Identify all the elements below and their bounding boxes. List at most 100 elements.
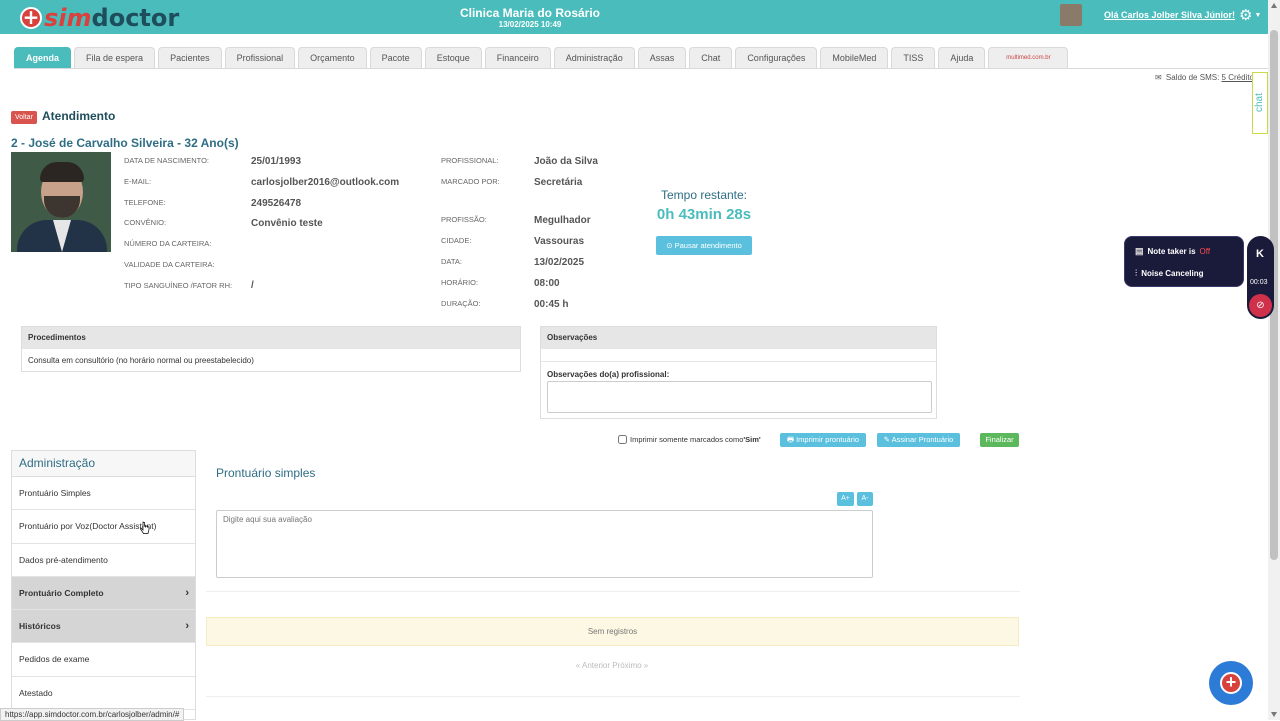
main-nav-tabs: Agenda Fila de espera Pacientes Profissi… — [14, 47, 1069, 68]
plus-cross-icon: + — [20, 7, 42, 29]
duration-value: 00:45 h — [534, 299, 569, 310]
note-taker-label: Note taker is — [1147, 246, 1196, 256]
birth-label: Data de nascimento: — [124, 156, 210, 165]
plus-cross-icon: + — [1220, 672, 1242, 694]
waveform-icon: ⫶ — [1135, 267, 1138, 278]
divider — [206, 591, 1020, 592]
tab-partner-logo[interactable]: multimed.com.br — [988, 47, 1069, 68]
gear-icon[interactable]: ⚙ — [1239, 6, 1252, 24]
admin-sidebar: Administração Prontuário Simples Prontuá… — [11, 450, 196, 720]
floating-add-button[interactable]: + — [1209, 661, 1253, 705]
sms-label: Saldo de SMS: — [1165, 73, 1220, 82]
date-value: 13/02/2025 — [534, 257, 585, 268]
tab-fila-de-espera[interactable]: Fila de espera — [74, 47, 156, 68]
pause-button[interactable]: ⊙ Pausar atendimento — [656, 236, 752, 255]
professional-value: João da Silva — [534, 156, 598, 167]
timer-value: 0h 43min 28s — [656, 206, 752, 223]
booked-by-value: Secretária — [534, 177, 583, 188]
back-button[interactable]: Voltar — [11, 111, 37, 124]
mouse-cursor-icon — [140, 521, 150, 534]
chat-side-widget[interactable]: chat — [1252, 72, 1268, 134]
user-greeting[interactable]: Olá Carlos Jolber Silva Júnior! — [1104, 10, 1235, 20]
booked-by-label: Marcado por: — [441, 177, 500, 186]
note-icon: ▤ — [1135, 245, 1144, 256]
evaluation-textarea[interactable] — [216, 510, 873, 578]
tab-profissional[interactable]: Profissional — [224, 47, 296, 68]
font-increase-button[interactable]: A+ — [837, 492, 854, 506]
sidebar-title: Administração — [12, 451, 195, 477]
duration-label: Duração: — [441, 299, 481, 308]
birth-value: 25/01/1993 — [251, 156, 302, 167]
sidebar-item-prontuario-simples[interactable]: Prontuário Simples — [12, 477, 195, 511]
print-marked-checkbox-label[interactable]: Imprimir somente marcados como 'Sim' — [618, 435, 761, 444]
procedures-title: Procedimentos — [22, 327, 520, 349]
observations-panel: Observações Observações do(a) profission… — [540, 326, 937, 419]
page-scrollbar[interactable] — [1268, 0, 1280, 720]
print-marked-sim: 'Sim' — [743, 435, 761, 444]
scroll-down-icon[interactable] — [1271, 712, 1277, 717]
tab-divider — [14, 68, 1268, 69]
sidebar-item-atestado[interactable]: Atestado — [12, 676, 195, 711]
sidebar-item-prontuario-completo[interactable]: Prontuário Completo › — [12, 576, 195, 611]
tab-ajuda[interactable]: Ajuda — [938, 47, 986, 68]
tab-pacote[interactable]: Pacote — [369, 47, 422, 68]
time-value: 08:00 — [534, 278, 560, 289]
stop-recording-icon[interactable]: ⊘ — [1249, 294, 1272, 317]
sms-balance: ✉ Saldo de SMS: 5 Créditos — [1155, 73, 1258, 82]
procedure-item: Consulta em consultório (no horário norm… — [28, 356, 254, 365]
patient-header: 2 - José de Carvalho Silveira - 32 Ano(s… — [11, 136, 239, 150]
page-title: Atendimento — [42, 109, 116, 123]
logo-k-icon[interactable]: K — [1256, 248, 1264, 260]
insurance-label: Convênio: — [124, 218, 167, 227]
logo-sim-text: sim — [44, 4, 92, 32]
scroll-up-icon[interactable] — [1271, 3, 1277, 8]
sidebar-item-pedidos-exame[interactable]: Pedidos de exame — [12, 643, 195, 677]
tab-estoque[interactable]: Estoque — [424, 47, 482, 68]
caret-down-icon[interactable]: ▼ — [1255, 12, 1262, 19]
professional-label: Profissional: — [441, 156, 499, 165]
time-label: Horário: — [441, 278, 479, 287]
observations-professional-label: Observações do(a) profissional: — [541, 361, 936, 379]
tab-financeiro[interactable]: Financeiro — [484, 47, 551, 68]
status-bar-url: https://app.simdoctor.com.br/carlosjolbe… — [0, 708, 185, 721]
tab-chat[interactable]: Chat — [689, 47, 733, 68]
tab-assas[interactable]: Assas — [637, 47, 687, 68]
print-marked-text: Imprimir somente marcados como — [630, 435, 744, 444]
user-menu[interactable]: Olá Carlos Jolber Silva Júnior! ⚙ ▼ — [1060, 4, 1261, 26]
tab-mobilemed[interactable]: MobileMed — [820, 47, 889, 68]
note-taker-state[interactable]: Off — [1200, 247, 1211, 256]
sign-record-button[interactable]: ✎ Assinar Prontuário — [877, 433, 960, 447]
tab-orcamento[interactable]: Orçamento — [298, 47, 367, 68]
procedures-panel: Procedimentos Consulta em consultório (n… — [21, 326, 521, 372]
remaining-timer: Tempo restante: 0h 43min 28s — [642, 188, 766, 223]
tab-configuracoes[interactable]: Configurações — [735, 47, 818, 68]
city-label: Cidade: — [441, 236, 472, 245]
print-marked-checkbox[interactable] — [618, 435, 627, 444]
sidebar-item-prontuario-voz[interactable]: Prontuário por Voz(Doctor Assistent) — [12, 510, 195, 544]
profession-label: Profissão: — [441, 215, 487, 224]
tab-tiss[interactable]: TISS — [891, 47, 936, 68]
print-record-button[interactable]: 🖶 Imprimir prontuário — [780, 433, 866, 447]
note-taker-panel[interactable]: ▤ Note taker is Off ⫶ Noise Canceling — [1124, 236, 1244, 287]
tab-pacientes[interactable]: Pacientes — [158, 47, 222, 68]
observations-textarea[interactable] — [547, 381, 932, 413]
sidebar-item-dados-pre-atendimento[interactable]: Dados pré-atendimento — [12, 543, 195, 577]
record-title: Prontuário simples — [216, 466, 316, 480]
pagination[interactable]: « Anterior Próximo » — [560, 661, 664, 670]
avatar — [1060, 4, 1082, 26]
tab-administracao[interactable]: Administração — [553, 47, 635, 68]
noise-cancel-row[interactable]: ⫶ Noise Canceling — [1125, 262, 1243, 284]
divider — [206, 696, 1020, 697]
card-number-label: Número da carteira: — [124, 239, 212, 248]
sidebar-item-historicos[interactable]: Históricos › — [12, 610, 195, 644]
top-header: + sim doctor Clinica Maria do Rosário 13… — [0, 0, 1268, 34]
simdoctor-logo[interactable]: + sim doctor — [20, 4, 179, 32]
note-taker-row[interactable]: ▤ Note taker is Off — [1125, 240, 1243, 262]
phone-label: Telefone: — [124, 198, 166, 207]
insurance-value: Convênio teste — [251, 218, 323, 229]
recording-pill: K 00:03 ⊘ — [1247, 236, 1274, 319]
font-decrease-button[interactable]: A- — [857, 492, 873, 506]
finish-button[interactable]: Finalizar — [980, 433, 1019, 447]
tab-agenda[interactable]: Agenda — [14, 47, 72, 68]
phone-value: 249526478 — [251, 198, 302, 209]
